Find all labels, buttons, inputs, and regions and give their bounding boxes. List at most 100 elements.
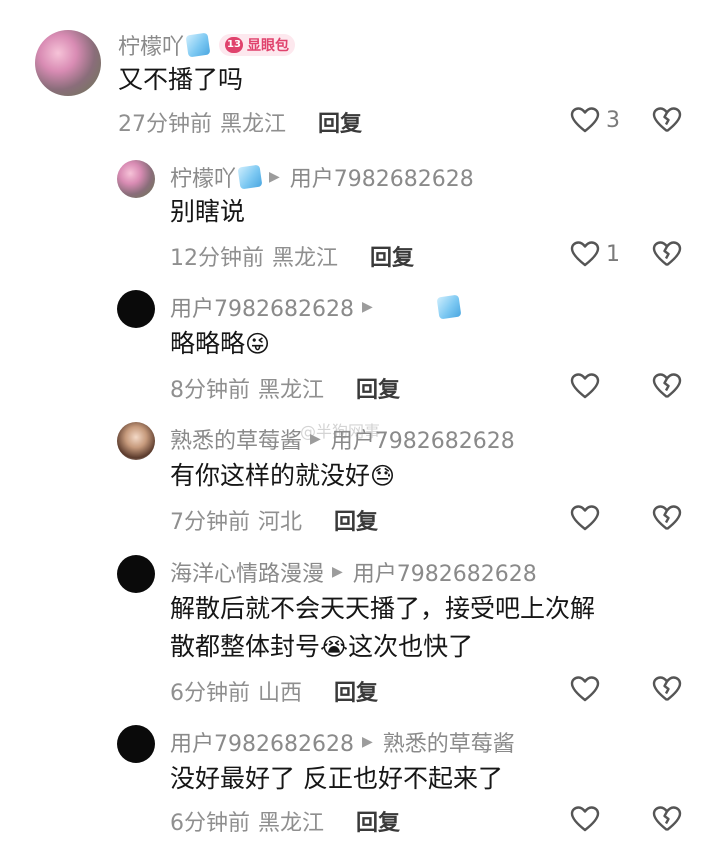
play-arrow-icon: ▶ — [269, 169, 280, 185]
comment-text-body: 散都整体封号 — [170, 632, 321, 661]
comment-header: 海洋心情路漫漫 ▶ 用户7982682628 — [170, 557, 537, 587]
broken-heart-icon — [652, 806, 682, 831]
like-count: 1 — [606, 241, 620, 267]
dislike-button[interactable] — [652, 106, 682, 138]
comment-text-line-2: 散都整体封号😭这次也快了 — [170, 627, 473, 667]
username[interactable]: 柠檬吖 — [170, 161, 236, 193]
badge-label: 显眼包 — [247, 38, 290, 54]
dislike-button[interactable] — [652, 504, 682, 536]
sweat-emoji: 😓 — [370, 462, 396, 490]
comment-location: 黑龙江 — [258, 378, 325, 403]
comment-header: 用户7982682628 ▶ — [170, 291, 462, 323]
ice-cube-icon — [436, 294, 462, 320]
comment-header: 柠檬吖 ▶ 用户7982682628 — [170, 162, 474, 192]
comment-text: 有你这样的就没好😓 — [170, 456, 395, 496]
fan-badge[interactable]: 13 显眼包 — [219, 34, 296, 56]
reply-button[interactable]: 回复 — [334, 675, 378, 707]
comment-item: 柠檬吖 13 显眼包 又不播了吗 27分钟前 黑龙江 回复 3 — [0, 30, 720, 150]
play-arrow-icon: ▶ — [361, 299, 373, 315]
reply-item: 熟悉的草莓酱 ▶ 用户7982682628 有你这样的就没好😓 7分钟前 河北 … — [0, 422, 720, 542]
comment-location: 山西 — [258, 681, 303, 706]
avatar[interactable] — [117, 160, 155, 198]
username[interactable]: 柠檬吖 — [118, 29, 184, 61]
broken-heart-icon — [652, 373, 682, 398]
comment-time: 7分钟前 — [170, 510, 250, 535]
comment-meta: 8分钟前 黑龙江 回复 — [170, 372, 400, 404]
reply-button[interactable]: 回复 — [356, 805, 400, 837]
like-button[interactable] — [570, 372, 600, 400]
reply-to-username[interactable]: 用户7982682628 — [290, 161, 474, 193]
crying-emoji: 😭 — [320, 633, 349, 661]
broken-heart-icon — [652, 505, 682, 530]
heart-outline-icon — [570, 107, 600, 133]
ice-cube-icon — [237, 164, 263, 190]
reply-to-username[interactable]: 用户7982682628 — [331, 423, 515, 455]
comment-time: 27分钟前 — [118, 112, 212, 137]
reply-to-username[interactable]: 用户7982682628 — [353, 556, 537, 588]
reply-button[interactable]: 回复 — [370, 240, 414, 272]
reply-to-username[interactable]: 熟悉的草莓酱 — [383, 726, 515, 758]
comment-meta: 27分钟前 黑龙江 回复 — [118, 106, 362, 138]
comment-meta: 12分钟前 黑龙江 回复 — [170, 240, 414, 272]
like-button[interactable]: 3 — [570, 106, 620, 134]
comment-text: 略略略😜 — [170, 324, 270, 364]
comment-meta: 6分钟前 黑龙江 回复 — [170, 805, 400, 837]
ice-cube-icon — [185, 32, 211, 58]
like-button[interactable] — [570, 805, 600, 833]
dislike-button[interactable] — [652, 240, 682, 272]
heart-outline-icon — [570, 806, 600, 832]
play-arrow-icon: ▶ — [361, 734, 373, 750]
avatar[interactable] — [117, 555, 155, 593]
tongue-wink-emoji: 😜 — [245, 330, 271, 358]
comment-location: 河北 — [258, 510, 303, 535]
avatar[interactable] — [117, 422, 155, 460]
comment-text-line-1: 解散后就不会天天播了，接受吧上次解 — [170, 594, 596, 623]
comment-text-body: 略略略 — [170, 329, 246, 358]
comment-time: 8分钟前 — [170, 378, 250, 403]
badge-level: 13 — [225, 37, 244, 53]
dislike-button[interactable] — [652, 805, 682, 837]
comment-text-body: 有你这样的就没好 — [170, 461, 371, 490]
comment-location: 黑龙江 — [220, 112, 287, 137]
comment-text-end: 这次也快了 — [348, 632, 474, 661]
reply-button[interactable]: 回复 — [356, 372, 400, 404]
username[interactable]: 用户7982682628 — [170, 291, 354, 323]
comment-time: 6分钟前 — [170, 811, 250, 836]
reply-button[interactable]: 回复 — [318, 106, 362, 138]
heart-outline-icon — [570, 505, 600, 531]
comment-header: 用户7982682628 ▶ 熟悉的草莓酱 — [170, 727, 515, 757]
broken-heart-icon — [652, 107, 682, 132]
username[interactable]: 熟悉的草莓酱 — [170, 423, 302, 455]
comment-time: 6分钟前 — [170, 681, 250, 706]
reply-item: 海洋心情路漫漫 ▶ 用户7982682628 解散后就不会天天播了，接受吧上次解… — [0, 555, 720, 715]
play-arrow-icon: ▶ — [332, 564, 343, 580]
username[interactable]: 用户7982682628 — [170, 726, 354, 758]
like-count: 3 — [606, 107, 620, 133]
heart-outline-icon — [570, 241, 600, 267]
like-button[interactable] — [570, 504, 600, 532]
reply-button[interactable]: 回复 — [334, 504, 378, 536]
like-button[interactable] — [570, 675, 600, 703]
blurred-username — [383, 298, 435, 316]
like-button[interactable]: 1 — [570, 240, 620, 268]
avatar[interactable] — [117, 290, 155, 328]
dislike-button[interactable] — [652, 675, 682, 707]
comment-header: 熟悉的草莓酱 ▶ 用户7982682628 — [170, 424, 515, 454]
play-arrow-icon: ▶ — [310, 431, 321, 447]
comment-header: 柠檬吖 13 显眼包 — [118, 29, 296, 61]
comment-text: 没好最好了 反正也好不起来了 — [170, 764, 503, 793]
comment-location: 黑龙江 — [272, 246, 339, 271]
username[interactable]: 海洋心情路漫漫 — [170, 556, 324, 588]
reply-item: 柠檬吖 ▶ 用户7982682628 别瞎说 12分钟前 黑龙江 回复 1 — [0, 160, 720, 280]
reply-item: 用户7982682628 ▶ 略略略😜 8分钟前 黑龙江 回复 — [0, 290, 720, 410]
comment-text: 又不播了吗 — [118, 65, 244, 94]
broken-heart-icon — [652, 241, 682, 266]
broken-heart-icon — [652, 676, 682, 701]
avatar[interactable] — [35, 30, 101, 96]
comment-time: 12分钟前 — [170, 246, 264, 271]
comment-location: 黑龙江 — [258, 811, 325, 836]
heart-outline-icon — [570, 373, 600, 399]
comment-text: 别瞎说 — [170, 197, 246, 226]
dislike-button[interactable] — [652, 372, 682, 404]
avatar[interactable] — [117, 725, 155, 763]
